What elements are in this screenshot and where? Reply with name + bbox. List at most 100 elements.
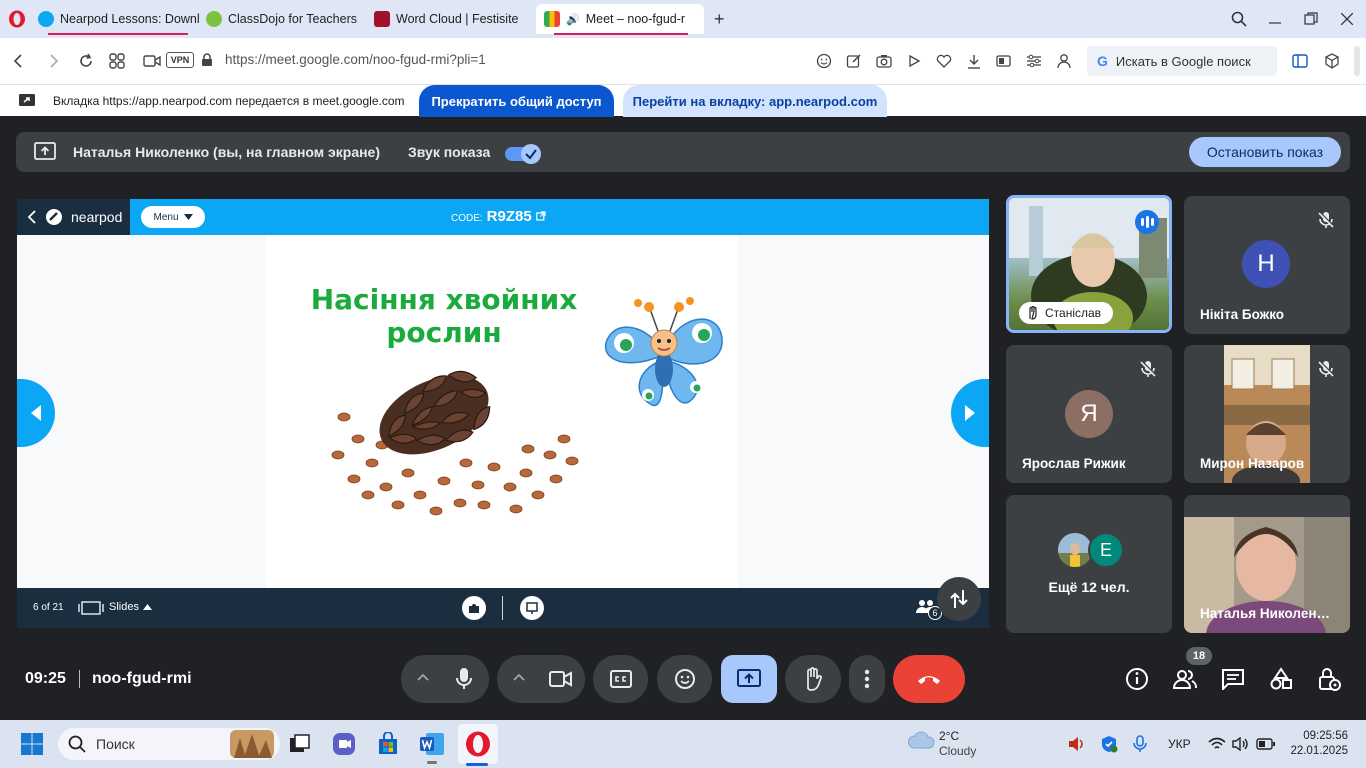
battery-icon[interactable] (1256, 738, 1276, 750)
task-view-icon[interactable] (284, 728, 316, 760)
mic-off-icon (1138, 359, 1158, 379)
present-now-button[interactable] (721, 655, 777, 703)
participant-tile[interactable]: Я Ярослав Рижик (1006, 345, 1172, 483)
nearpod-logo-box[interactable]: nearpod (17, 199, 130, 235)
slides-toggle[interactable]: Slides (109, 601, 152, 613)
camera-icon[interactable] (549, 670, 573, 688)
activities-button[interactable] (1268, 666, 1294, 692)
search-icon (68, 735, 86, 753)
people-button[interactable] (1172, 666, 1198, 692)
security-tray-icon[interactable] (1100, 735, 1118, 753)
back-icon[interactable] (7, 50, 29, 72)
vpn-badge[interactable]: VPN (166, 52, 194, 68)
forward-icon[interactable] (43, 50, 65, 72)
tab-share-infobar: Вкладка https://app.nearpod.com передает… (0, 84, 1366, 117)
tab-festisite[interactable]: Word Cloud | Festisite (366, 4, 534, 34)
emoji-icon[interactable] (814, 51, 834, 71)
edit-icon[interactable] (844, 51, 864, 71)
captions-icon (609, 670, 632, 688)
reload-icon[interactable] (75, 50, 97, 72)
google-search-field[interactable]: G Искать в Google поиск (1087, 46, 1277, 76)
mic-off-icon (1316, 359, 1336, 379)
snapshot-icon[interactable] (874, 51, 894, 71)
meet-favicon-icon (544, 11, 560, 27)
system-clock[interactable]: 09:25:56 22.01.2025 (1286, 729, 1348, 759)
battery-saver-icon[interactable] (994, 51, 1014, 71)
nearpod-menu-button[interactable]: Menu (141, 206, 205, 228)
tab-underline (554, 33, 688, 35)
tab-nearpod[interactable]: Nearpod Lessons: Downlo (30, 4, 200, 34)
easy-setup-icon[interactable] (1024, 51, 1044, 71)
wifi-icon[interactable] (1208, 737, 1226, 751)
participant-tile[interactable]: Мирон Назаров (1184, 345, 1350, 483)
prev-slide-button[interactable] (17, 379, 55, 447)
weather-widget[interactable]: 2°C Cloudy (939, 729, 976, 759)
opera-logo-icon[interactable] (8, 10, 26, 28)
camera-permission-icon[interactable] (141, 50, 163, 72)
nearpod-header: nearpod Menu CODE: R9Z85 (17, 199, 989, 235)
add-activity-button[interactable] (462, 596, 486, 620)
opera-app-icon[interactable] (458, 724, 498, 764)
participant-tile[interactable]: Наталья Николен… (1184, 495, 1350, 633)
chevron-up-icon[interactable] (513, 673, 525, 681)
profile-icon[interactable] (1054, 51, 1074, 71)
nearpod-mark-icon (45, 208, 63, 226)
download-icon[interactable] (964, 51, 984, 71)
more-options-button[interactable] (849, 655, 885, 703)
stop-presenting-button[interactable]: Остановить показ (1189, 137, 1341, 167)
extensions-icon[interactable] (1322, 51, 1342, 71)
tab-classdojo[interactable]: ClassDojo for Teachers (198, 4, 366, 34)
participant-tile[interactable]: Станіслав (1006, 195, 1172, 333)
cloudy-weather-icon[interactable] (907, 730, 935, 750)
next-slide-button[interactable] (951, 379, 989, 447)
participant-name: Станіслав (1045, 306, 1102, 320)
teams-meet-app-icon[interactable] (328, 728, 360, 760)
page-scrollbar[interactable] (1354, 46, 1360, 76)
store-app-icon[interactable] (372, 728, 404, 760)
festisite-favicon-icon (374, 11, 390, 27)
restore-icon[interactable] (1299, 8, 1323, 30)
chat-button[interactable] (1220, 666, 1246, 692)
speaker-tray-icon[interactable] (1068, 736, 1086, 752)
minimize-icon[interactable] (1263, 8, 1287, 30)
whiteboard-button[interactable] (520, 596, 544, 620)
player-icon[interactable] (904, 51, 924, 71)
word-app-icon[interactable] (416, 728, 448, 760)
lock-icon[interactable] (201, 53, 213, 67)
mic-tray-icon[interactable] (1133, 735, 1147, 753)
expand-layout-button[interactable] (937, 577, 981, 621)
tab-meet[interactable]: 🔊 Meet – noo-fgud-r (536, 4, 704, 34)
participants-count-badge: 18 (1186, 647, 1212, 665)
nearpod-back-icon[interactable] (27, 210, 37, 224)
host-controls-button[interactable] (1316, 666, 1342, 692)
session-code[interactable]: CODE: R9Z85 (451, 208, 546, 225)
volume-icon[interactable] (1232, 737, 1250, 751)
slide-title: Насіння хвойних рослин (266, 283, 622, 349)
reactions-button[interactable] (657, 655, 712, 703)
share-sound-toggle[interactable] (505, 144, 541, 164)
new-tab-icon[interactable]: + (714, 10, 725, 28)
participant-tile[interactable]: Н Нікіта Божко (1184, 196, 1350, 334)
language-indicator[interactable]: УКР (1168, 737, 1191, 751)
footer-divider (502, 596, 503, 620)
more-participants-tile[interactable]: Е Ещё 12 чел. (1006, 495, 1172, 633)
url-field[interactable]: https://meet.google.com/noo-fgud-rmi?pli… (225, 52, 486, 67)
tab-search-icon[interactable] (1227, 8, 1251, 30)
captions-button[interactable] (593, 655, 648, 703)
leave-call-button[interactable] (893, 655, 965, 703)
microphone-icon[interactable] (455, 667, 473, 691)
windows-start-icon[interactable] (16, 728, 48, 760)
meeting-info-button[interactable] (1124, 666, 1150, 692)
raise-hand-button[interactable] (785, 655, 841, 703)
chevron-up-icon[interactable] (417, 673, 429, 681)
mic-off-icon (1316, 210, 1336, 230)
taskbar-search[interactable]: Поиск (58, 728, 280, 760)
speed-dial-icon[interactable] (106, 50, 128, 72)
heart-icon[interactable] (934, 51, 954, 71)
close-window-icon[interactable] (1335, 8, 1359, 30)
go-to-tab-button[interactable]: Перейти на вкладку: app.nearpod.com (623, 85, 887, 117)
stop-sharing-button[interactable]: Прекратить общий доступ (419, 85, 614, 117)
slides-panel-icon[interactable] (78, 601, 104, 615)
tab-title: Nearpod Lessons: Downlo (60, 12, 200, 26)
sidebar-icon[interactable] (1290, 51, 1310, 71)
